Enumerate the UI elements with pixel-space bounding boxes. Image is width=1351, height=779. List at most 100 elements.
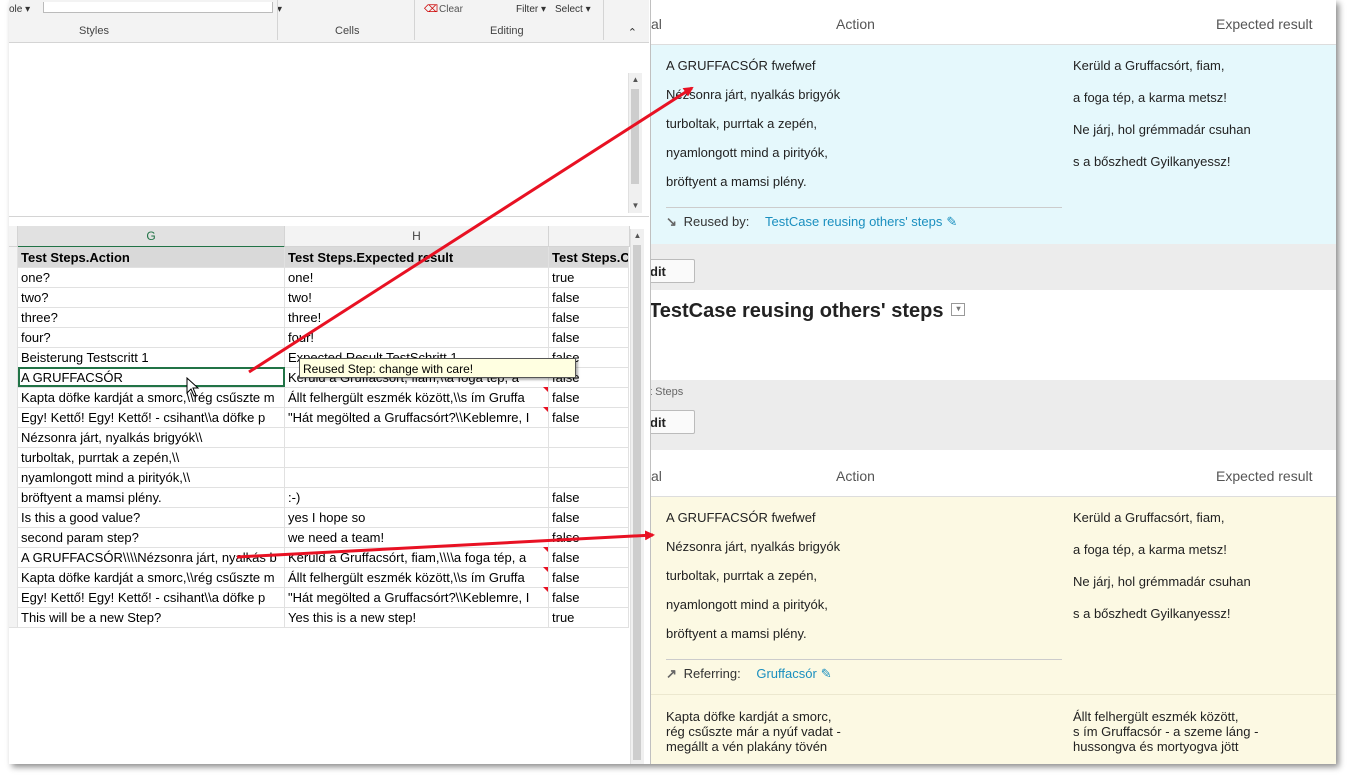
row-header[interactable] — [9, 507, 18, 527]
table-cell[interactable] — [285, 427, 549, 447]
row-header[interactable] — [9, 267, 18, 287]
table-cell[interactable]: three! — [285, 307, 549, 327]
table-cell[interactable]: one? — [18, 267, 285, 287]
table-cell[interactable] — [549, 467, 629, 487]
scroll-thumb[interactable] — [631, 89, 639, 184]
table-cell[interactable]: This will be a new Step? — [18, 607, 285, 627]
table-cell[interactable]: two! — [285, 287, 549, 307]
row-header[interactable] — [9, 347, 18, 367]
clear-icon[interactable]: ⌫ — [424, 4, 438, 15]
row-header[interactable] — [9, 447, 18, 467]
referring-step-block: A GRUFFACSÓR fwefwef Nézsonra járt, nyalk… — [651, 497, 1336, 695]
table-cell[interactable]: true — [549, 607, 629, 627]
row-header[interactable] — [9, 367, 18, 387]
header-cell[interactable]: Test Steps.Expected result — [285, 247, 549, 267]
table-cell[interactable]: Kapta döfke kardját a smorc,\\rég csűszt… — [18, 387, 285, 407]
table-row: four? four! false — [9, 327, 629, 348]
column-header-h[interactable]: H — [285, 226, 549, 247]
column-header-g[interactable]: G — [18, 226, 285, 248]
row-header[interactable] — [9, 247, 18, 267]
table-cell[interactable]: Beisterung Testscritt 1 — [18, 347, 285, 367]
table-cell[interactable]: two? — [18, 287, 285, 307]
table-cell[interactable]: three? — [18, 307, 285, 327]
table-cell[interactable]: :-) — [285, 487, 549, 507]
table-cell[interactable] — [285, 467, 549, 487]
table-cell[interactable]: false — [549, 407, 629, 427]
header-cell[interactable]: Test Steps.Action — [18, 247, 285, 267]
row-header[interactable] — [9, 527, 18, 547]
table-cell[interactable]: false — [549, 487, 629, 507]
table-cell[interactable]: four? — [18, 327, 285, 347]
table-cell[interactable]: false — [549, 527, 629, 547]
row-header[interactable] — [9, 307, 18, 327]
table-cell[interactable]: one! — [285, 267, 549, 287]
table-cell[interactable] — [285, 447, 549, 467]
row-header-corner[interactable] — [9, 226, 18, 247]
table-cell[interactable]: false — [549, 287, 629, 307]
table-cell[interactable]: true — [549, 267, 629, 287]
table-cell[interactable]: nyamlongott mind a pirityók,\\ — [18, 467, 285, 487]
row-header[interactable] — [9, 327, 18, 347]
table-cell[interactable]: Is this a good value? — [18, 507, 285, 527]
edit-button[interactable]: dit — [651, 410, 695, 434]
select-button[interactable]: Select ▾ — [555, 4, 591, 15]
collapse-ribbon-icon[interactable]: ⌃ — [628, 26, 637, 39]
table-cell[interactable]: Egy! Kettő! Egy! Kettő! - csihant\\a döf… — [18, 407, 285, 427]
scroll-up-icon[interactable]: ▲ — [629, 73, 642, 87]
table-cell[interactable]: false — [549, 327, 629, 347]
scroll-down-icon[interactable]: ▼ — [629, 199, 642, 213]
row-header[interactable] — [9, 467, 18, 487]
chevron-down-icon[interactable]: ▾ — [951, 303, 966, 317]
scroll-up-icon[interactable]: ▲ — [631, 229, 644, 243]
table-cell[interactable]: false — [549, 507, 629, 527]
table-cell[interactable] — [549, 447, 629, 467]
header-cell[interactable]: Test Steps.C — [549, 247, 629, 267]
table-cell[interactable]: Nézsonra járt, nyalkás brigyók\\ — [18, 427, 285, 447]
table-cell[interactable]: Yes this is a new step! — [285, 607, 549, 627]
table-cell[interactable]: turboltak, purrtak a zepén,\\ — [18, 447, 285, 467]
table-cell[interactable]: "Hát megölted a Gruffacsórt?\\Keblemre, … — [285, 587, 549, 607]
column-header-i[interactable] — [549, 226, 630, 247]
table-cell[interactable]: A GRUFFACSÓR — [18, 367, 285, 387]
table-cell[interactable]: Kerüld a Gruffacsórt, fiam,\\\\a foga té… — [285, 547, 549, 567]
table-cell[interactable]: Egy! Kettő! Egy! Kettő! - csihant\\a döf… — [18, 587, 285, 607]
clear-button[interactable]: Clear — [439, 4, 463, 15]
row-header[interactable] — [9, 567, 18, 587]
test-steps-label: t Steps — [650, 386, 684, 398]
cell-styles-dropdown[interactable]: ole ▾ — [9, 4, 30, 15]
table-cell[interactable]: Állt felhergült eszmék között,\\s ím Gru… — [285, 387, 549, 407]
row-header[interactable] — [9, 427, 18, 447]
filter-button[interactable]: Filter ▾ — [516, 4, 546, 15]
reused-by-link[interactable]: TestCase reusing others' steps — [765, 214, 942, 229]
table-cell[interactable]: four! — [285, 327, 549, 347]
table-cell[interactable]: Állt felhergült eszmék között,\\s ím Gru… — [285, 567, 549, 587]
pencil-icon[interactable]: ✎ — [946, 214, 957, 229]
table-cell[interactable]: false — [549, 307, 629, 327]
table-cell[interactable]: we need a team! — [285, 527, 549, 547]
edit-button[interactable]: dit — [651, 259, 695, 283]
table-cell[interactable]: false — [549, 567, 629, 587]
sheet-scrollbar[interactable]: ▲ — [630, 229, 644, 764]
referring-link[interactable]: Gruffacsór — [756, 666, 816, 681]
table-cell[interactable] — [549, 427, 629, 447]
row-header[interactable] — [9, 587, 18, 607]
row-header[interactable] — [9, 387, 18, 407]
pencil-icon[interactable]: ✎ — [821, 666, 832, 681]
table-cell[interactable]: bröftyent a mamsi plény. — [18, 487, 285, 507]
row-header[interactable] — [9, 407, 18, 427]
row-header[interactable] — [9, 287, 18, 307]
row-header[interactable] — [9, 607, 18, 627]
row-header[interactable] — [9, 547, 18, 567]
table-cell[interactable]: second param step? — [18, 527, 285, 547]
styles-box[interactable] — [43, 2, 273, 13]
table-cell[interactable]: Kapta döfke kardját a smorc,\\rég csűszt… — [18, 567, 285, 587]
table-cell[interactable]: false — [549, 387, 629, 407]
row-header[interactable] — [9, 487, 18, 507]
table-cell[interactable]: "Hát megölted a Gruffacsórt?\\Keblemre, … — [285, 407, 549, 427]
table-cell[interactable]: A GRUFFACSÓR\\\\Nézsonra járt, nyalkás b — [18, 547, 285, 567]
scroll-thumb[interactable] — [633, 245, 641, 760]
top-scrollbar[interactable]: ▲ ▼ — [628, 73, 642, 213]
table-cell[interactable]: yes I hope so — [285, 507, 549, 527]
table-cell[interactable]: false — [549, 587, 629, 607]
table-cell[interactable]: false — [549, 547, 629, 567]
